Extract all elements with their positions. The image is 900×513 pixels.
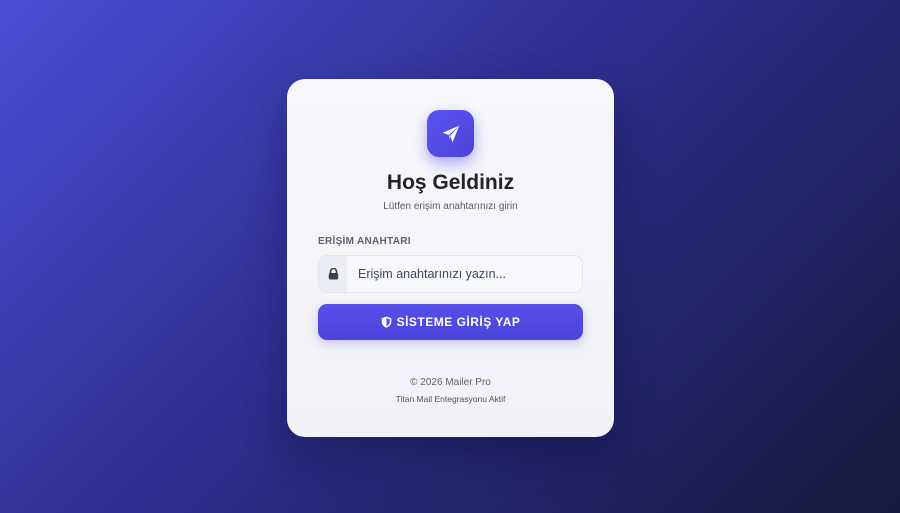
page-subtitle: Lütfen erişim anahtarınızı girin	[383, 201, 518, 212]
login-page: { "app": { "name": "Mailer Pro" }, "logi…	[0, 0, 900, 513]
access-key-input[interactable]	[347, 256, 582, 292]
lock-icon	[328, 268, 338, 280]
login-submit-label: SİSTEME GİRİŞ YAP	[396, 315, 521, 329]
page-title: Hoş Geldiniz	[386, 171, 515, 194]
access-key-label: ERİŞİM ANAHTARI	[318, 236, 411, 247]
integration-status: Titan Mail Entegrasyonu Aktif	[395, 394, 506, 404]
copyright-text: © 2026 Mailer Pro	[410, 377, 491, 388]
login-card: Hoş Geldiniz Lütfen erişim anahtarınızı …	[287, 79, 614, 437]
paper-plane-icon	[442, 125, 459, 142]
access-key-field[interactable]	[318, 255, 583, 293]
shield-icon	[381, 316, 391, 328]
lock-icon-box	[319, 256, 347, 292]
app-logo	[427, 110, 474, 157]
login-submit-button[interactable]: SİSTEME GİRİŞ YAP	[318, 304, 583, 340]
